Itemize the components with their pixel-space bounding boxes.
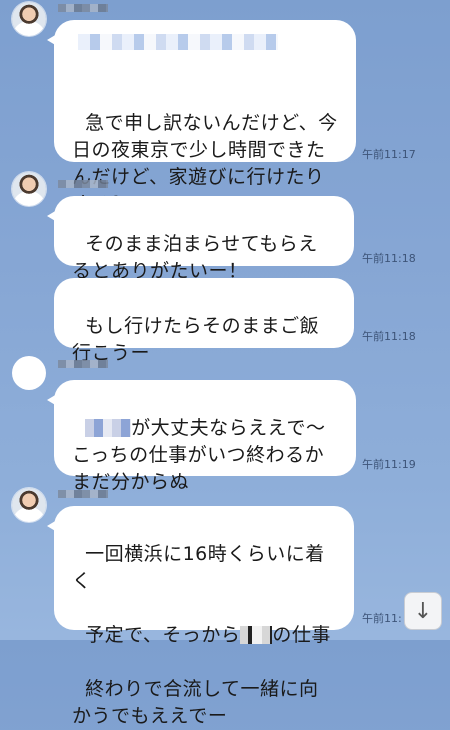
message-time: 午前11:17: [362, 148, 416, 161]
message-text: 終わりで合流して一緒に向かうでもええでー: [72, 678, 319, 727]
message-text: 一回横浜に16時くらいに着く: [72, 543, 325, 592]
message-text: もし行けたらそのままご飯行こうー: [72, 315, 320, 364]
sender-name-redacted: [58, 4, 108, 12]
message-bubble[interactable]: が大丈夫ならええで〜 こっちの仕事がいつ終わるかまだ分からぬ: [47, 380, 356, 493]
sender-name-redacted: [58, 360, 108, 368]
redacted-text: [240, 626, 273, 644]
message-bubble[interactable]: 急で申し訳ないんだけど、今日の夜東京で少し時間できたんだけど、家遊びに行けたりす…: [47, 20, 356, 215]
message-bubble[interactable]: 一回横浜に16時くらいに着く 予定で、そっから の仕事 終わりで合流して一緒に向か…: [47, 506, 354, 727]
message-bubble[interactable]: そのまま泊まらせてもらえるとありがたいー！: [47, 196, 354, 282]
message-text: の仕事: [272, 624, 331, 646]
scroll-to-bottom-button[interactable]: ↓: [404, 592, 442, 630]
sender-name-redacted: [58, 490, 108, 498]
message-time: 午前11:18: [362, 252, 416, 265]
redacted-text: [78, 34, 278, 50]
message-text: 予定で、そっから: [85, 624, 241, 646]
message-time: 午前11:19: [362, 458, 416, 471]
arrow-down-icon: ↓: [413, 598, 433, 624]
sender-avatar[interactable]: [12, 356, 46, 390]
sender-avatar[interactable]: [12, 172, 46, 206]
sender-avatar[interactable]: [12, 2, 46, 36]
sender-avatar[interactable]: [12, 488, 46, 522]
message-time: 午前11:18: [362, 330, 416, 343]
message-bubble[interactable]: もし行けたらそのままご飯行こうー: [54, 278, 354, 364]
message-time: 午前11:: [362, 612, 402, 625]
message-text: そのまま泊まらせてもらえるとありがたいー！: [72, 233, 318, 282]
redacted-text: [85, 419, 132, 437]
sender-name-redacted: [58, 180, 108, 188]
